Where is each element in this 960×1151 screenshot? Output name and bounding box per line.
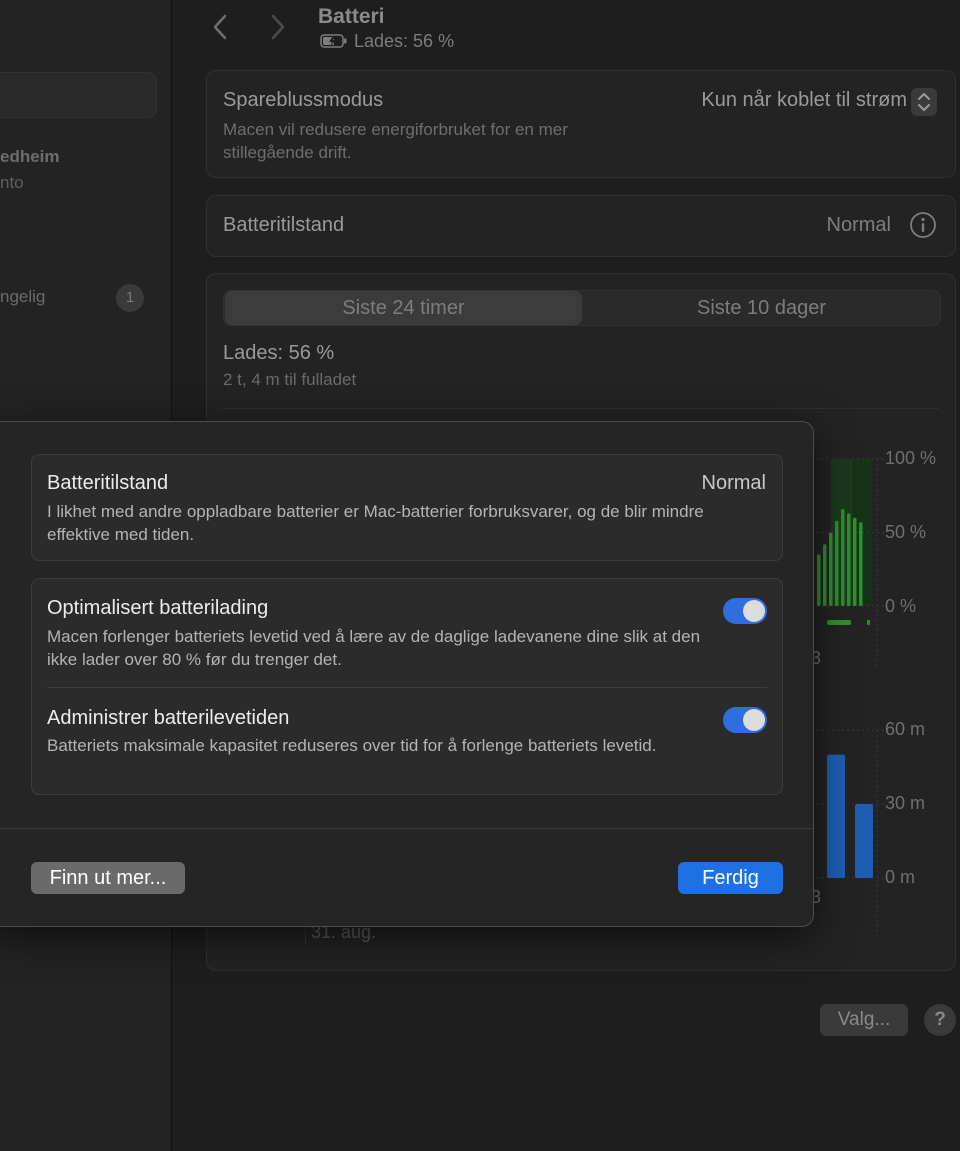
charging-indicator [827, 620, 851, 625]
battery-health-info-button[interactable] [909, 211, 937, 239]
page-title: Batteri [318, 5, 385, 28]
info-icon [910, 212, 936, 238]
tab-last-10-days[interactable]: Siste 10 dager [583, 291, 940, 325]
chevron-right-icon [271, 14, 285, 40]
update-count-badge: 1 [116, 284, 144, 312]
sidebar-search-field[interactable] [0, 72, 157, 118]
help-button[interactable]: ? [924, 1004, 956, 1036]
battery-charts [807, 458, 885, 940]
battery-charging-icon [320, 34, 347, 48]
level-tick-50: 50 % [885, 522, 927, 542]
done-button[interactable]: Ferdig [678, 862, 783, 894]
options-button[interactable]: Valg... [820, 1004, 908, 1036]
manage-battery-lifespan-toggle[interactable] [723, 707, 767, 733]
sheet-footer-divider [0, 828, 813, 829]
battery-health-sheet: Batteritilstand Normal I likhet med andr… [0, 421, 814, 927]
optimized-charging-toggle[interactable] [723, 598, 767, 624]
manage-battery-lifespan-title: Administrer batterilevetiden [47, 707, 290, 729]
toggle-knob [743, 709, 765, 731]
time-range-segmented-control[interactable]: Siste 24 timer Siste 10 dager [223, 290, 941, 326]
chevron-up-down-icon [918, 93, 930, 111]
charge-status-title: Lades: 56 % [223, 342, 335, 364]
chart-divider [223, 408, 939, 409]
low-power-mode-title: Spareblussmodus [223, 89, 384, 111]
sheet-health-title: Batteritilstand [47, 472, 169, 494]
usage-bar [855, 804, 873, 878]
optimized-charging-title: Optimalisert batterilading [47, 597, 269, 619]
level-bar [847, 513, 851, 606]
level-tick-0: 0 % [885, 596, 917, 616]
sheet-settings-card: Optimalisert batterilading Macen forleng… [31, 578, 783, 795]
optimized-charging-description: Macen forlenger batteriets levetid ved å… [47, 627, 701, 669]
battery-health-card: Batteritilstand Normal [206, 195, 956, 257]
time-to-full: 2 t, 4 m til fulladet [223, 370, 357, 389]
low-power-mode-select[interactable]: Kun når koblet til strøm [701, 89, 907, 112]
level-bar [853, 517, 857, 606]
level-bar [841, 508, 845, 606]
sheet-health-card: Batteritilstand Normal I likhet med andr… [31, 454, 783, 561]
usage-bar [827, 754, 845, 878]
usage-tick-0: 0 m [885, 867, 916, 887]
battery-level-chart [807, 458, 885, 666]
row-divider [47, 687, 767, 688]
tab-last-24-hours[interactable]: Siste 24 timer [225, 291, 582, 325]
level-tick-100: 100 % [885, 448, 937, 468]
level-bar [859, 522, 863, 606]
learn-more-button[interactable]: Finn ut mer... [31, 862, 185, 894]
low-power-mode-card: Spareblussmodus Macen vil redusere energ… [206, 70, 956, 178]
low-power-mode-description: Macen vil redusere energiforbruket for e… [223, 120, 568, 162]
header-charge-status: Lades: 56 % [354, 31, 455, 51]
manage-battery-lifespan-description: Batteriets maksimale kapasitet reduseres… [47, 736, 657, 755]
charging-indicator [867, 620, 870, 625]
toggle-knob [743, 600, 765, 622]
battery-health-value: Normal [826, 214, 891, 236]
level-bar [817, 554, 821, 606]
usage-tick-30: 30 m [885, 793, 926, 813]
sheet-health-value: Normal [701, 472, 766, 494]
usage-tick-60: 60 m [885, 719, 926, 739]
screen-usage-chart [807, 729, 885, 940]
level-bar [823, 544, 827, 606]
back-button[interactable] [205, 10, 235, 44]
sidebar-account-subtitle: nto [0, 173, 24, 192]
chevron-left-icon [213, 14, 227, 40]
battery-health-title: Batteritilstand [223, 214, 345, 236]
sidebar-item-software-update[interactable]: ngelig [0, 287, 45, 307]
level-bar [829, 532, 833, 606]
sheet-health-description: I likhet med andre oppladbare batterier … [47, 502, 704, 544]
forward-button[interactable] [263, 10, 293, 44]
low-power-mode-popup-button[interactable] [911, 88, 937, 116]
sidebar-account-name[interactable]: edheim [0, 147, 60, 167]
level-bar [835, 520, 839, 606]
